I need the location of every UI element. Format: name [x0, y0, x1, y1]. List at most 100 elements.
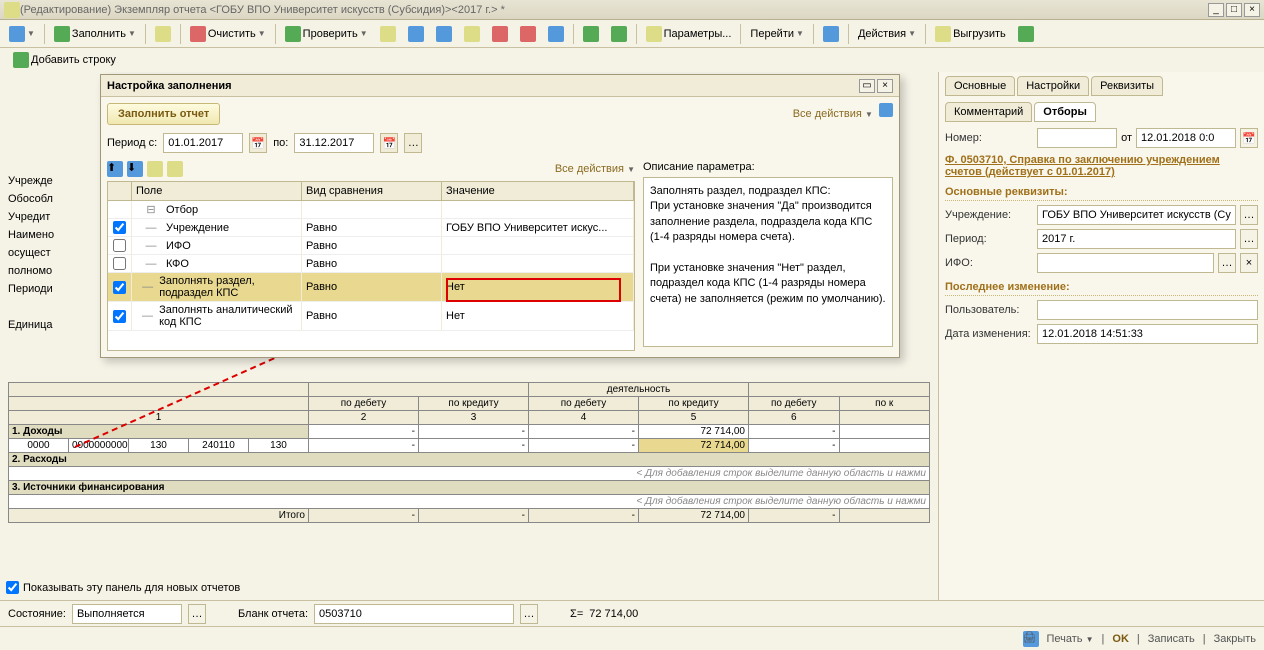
close-button[interactable]: ×	[1244, 3, 1260, 17]
user-input[interactable]	[1037, 300, 1258, 320]
col-cmp[interactable]: Вид сравнения	[302, 182, 442, 200]
cal-to-icon[interactable]: 📅	[380, 133, 398, 153]
tb-e[interactable]	[487, 23, 513, 45]
tb-b[interactable]	[403, 23, 429, 45]
goto-label: Перейти	[750, 28, 794, 40]
changed-input	[1037, 324, 1258, 344]
goto-dropdown[interactable]: Перейти▼	[745, 23, 809, 45]
add-row-button[interactable]: Добавить строку	[8, 49, 121, 71]
form-link[interactable]: Ф. 0503710, Справка по заключению учрежд…	[945, 154, 1258, 178]
section-3[interactable]: 3. Источники финансирования	[9, 481, 930, 495]
period-to-input[interactable]	[294, 133, 374, 153]
filter-chk-3[interactable]	[113, 281, 126, 294]
tab-props[interactable]: Реквизиты	[1091, 76, 1163, 96]
total-row: Итого	[9, 509, 309, 523]
report-table: деятельность по дебету по кредиту по деб…	[8, 382, 930, 523]
arrow-down-icon[interactable]: ⬇	[127, 161, 143, 177]
state-label: Состояние:	[8, 608, 66, 620]
ifo-clear[interactable]: ×	[1240, 253, 1258, 273]
status-bar: Состояние: … Бланк отчета: … Σ= 72 714,0…	[0, 600, 1264, 626]
help-icon[interactable]	[879, 103, 893, 117]
sum-value: 72 714,00	[589, 608, 638, 620]
tab-settings[interactable]: Настройки	[1017, 76, 1089, 96]
left-pane: Учрежде Обособл Учредит Наимено осущест …	[0, 72, 938, 600]
copy2-icon[interactable]	[167, 161, 183, 177]
filter-chk-1[interactable]	[113, 239, 126, 252]
excel-button[interactable]	[1013, 23, 1039, 45]
print-icon[interactable]: 🖨	[1023, 631, 1039, 647]
ifo-ellipsis[interactable]: …	[1218, 253, 1236, 273]
arrow-up-icon[interactable]: ⬆	[107, 161, 123, 177]
fill-report-button[interactable]: Заполнить отчет	[107, 103, 220, 125]
tab-main[interactable]: Основные	[945, 76, 1015, 96]
bottom-bar: 🖨 Печать ▼ | OK | Записать | Закрыть	[0, 626, 1264, 650]
ifo-input[interactable]	[1037, 253, 1214, 273]
edit-button[interactable]	[150, 23, 176, 45]
add-row-label: Добавить строку	[31, 54, 116, 66]
filter-row-3[interactable]: —Заполнять раздел, подраздел КПС Равно Н…	[108, 273, 634, 302]
copy-icon[interactable]	[147, 161, 163, 177]
all-actions-grid[interactable]: Все действия ▼	[555, 163, 635, 175]
tb-g[interactable]	[543, 23, 569, 45]
filter-row-0[interactable]: —Учреждение Равно ГОБУ ВПО Университет и…	[108, 219, 634, 237]
blank-ellipsis[interactable]: …	[520, 604, 538, 624]
print-button[interactable]: Печать ▼	[1047, 633, 1094, 645]
fill-dropdown[interactable]: Заполнить▼	[49, 23, 141, 45]
section-2[interactable]: 2. Расходы	[9, 453, 930, 467]
filter-group[interactable]: Отбор	[166, 204, 198, 216]
window-title: (Редактирование) Экземпляр отчета <ГОБУ …	[20, 4, 1208, 16]
minimize-button[interactable]: _	[1208, 3, 1224, 17]
maximize-button[interactable]: □	[1226, 3, 1242, 17]
filter-chk-4[interactable]	[113, 310, 126, 323]
org-input[interactable]	[1037, 205, 1236, 225]
params-button[interactable]: Параметры...	[641, 23, 737, 45]
dialog-pin-button[interactable]: ▭	[859, 79, 875, 93]
unload-button[interactable]: Выгрузить	[930, 23, 1011, 45]
col-val[interactable]: Значение	[442, 182, 634, 200]
add-hint-2[interactable]: < Для добавления строк выделите данную о…	[9, 495, 930, 509]
show-panel-checkbox[interactable]	[6, 581, 19, 594]
add-hint-1[interactable]: < Для добавления строк выделите данную о…	[9, 467, 930, 481]
tb-d[interactable]	[459, 23, 485, 45]
ok-button[interactable]: OK	[1112, 633, 1129, 645]
tb-i[interactable]	[606, 23, 632, 45]
all-actions-top[interactable]: Все действия ▼	[793, 103, 893, 120]
number-input[interactable]	[1037, 128, 1117, 148]
dialog-close-button[interactable]: ×	[877, 79, 893, 93]
filter-chk-0[interactable]	[113, 221, 126, 234]
period-ellipsis[interactable]: …	[404, 133, 422, 153]
period-ellipsis-r[interactable]: …	[1240, 229, 1258, 249]
cal-from-icon[interactable]: 📅	[249, 133, 267, 153]
actions-dropdown[interactable]: Действия▼	[853, 23, 921, 45]
state-input[interactable]	[72, 604, 182, 624]
tab-filters[interactable]: Отборы	[1034, 102, 1096, 122]
period-input[interactable]	[1037, 229, 1236, 249]
blank-label: Бланк отчета:	[238, 608, 308, 620]
date-cal-icon[interactable]: 📅	[1240, 128, 1258, 148]
tb-h[interactable]	[578, 23, 604, 45]
tb-c[interactable]	[431, 23, 457, 45]
save-button[interactable]: Записать	[1148, 633, 1195, 645]
filter-row-1[interactable]: —ИФО Равно	[108, 237, 634, 255]
date-input[interactable]	[1136, 128, 1236, 148]
tb-f[interactable]	[515, 23, 541, 45]
filter-row-4[interactable]: —Заполнять аналитический код КПС Равно Н…	[108, 302, 634, 331]
blank-input[interactable]	[314, 604, 514, 624]
org-ellipsis[interactable]: …	[1240, 205, 1258, 225]
help-button[interactable]	[818, 23, 844, 45]
state-ellipsis[interactable]: …	[188, 604, 206, 624]
period-from-input[interactable]	[163, 133, 243, 153]
tab-comment[interactable]: Комментарий	[945, 102, 1032, 122]
filter-row-2[interactable]: —КФО Равно	[108, 255, 634, 273]
sigma-button[interactable]: ▼	[4, 23, 40, 45]
clear-dropdown[interactable]: Очистить▼	[185, 23, 271, 45]
col-field[interactable]: Поле	[132, 182, 302, 200]
section-1[interactable]: 1. Доходы	[9, 425, 309, 439]
check-dropdown[interactable]: Проверить▼	[280, 23, 373, 45]
filter-chk-2[interactable]	[113, 257, 126, 270]
tb-a[interactable]	[375, 23, 401, 45]
close-window-button[interactable]: Закрыть	[1214, 633, 1256, 645]
params-label: Параметры...	[664, 28, 732, 40]
fill-label: Заполнить	[72, 28, 126, 40]
code-0000[interactable]: 0000	[9, 439, 69, 453]
